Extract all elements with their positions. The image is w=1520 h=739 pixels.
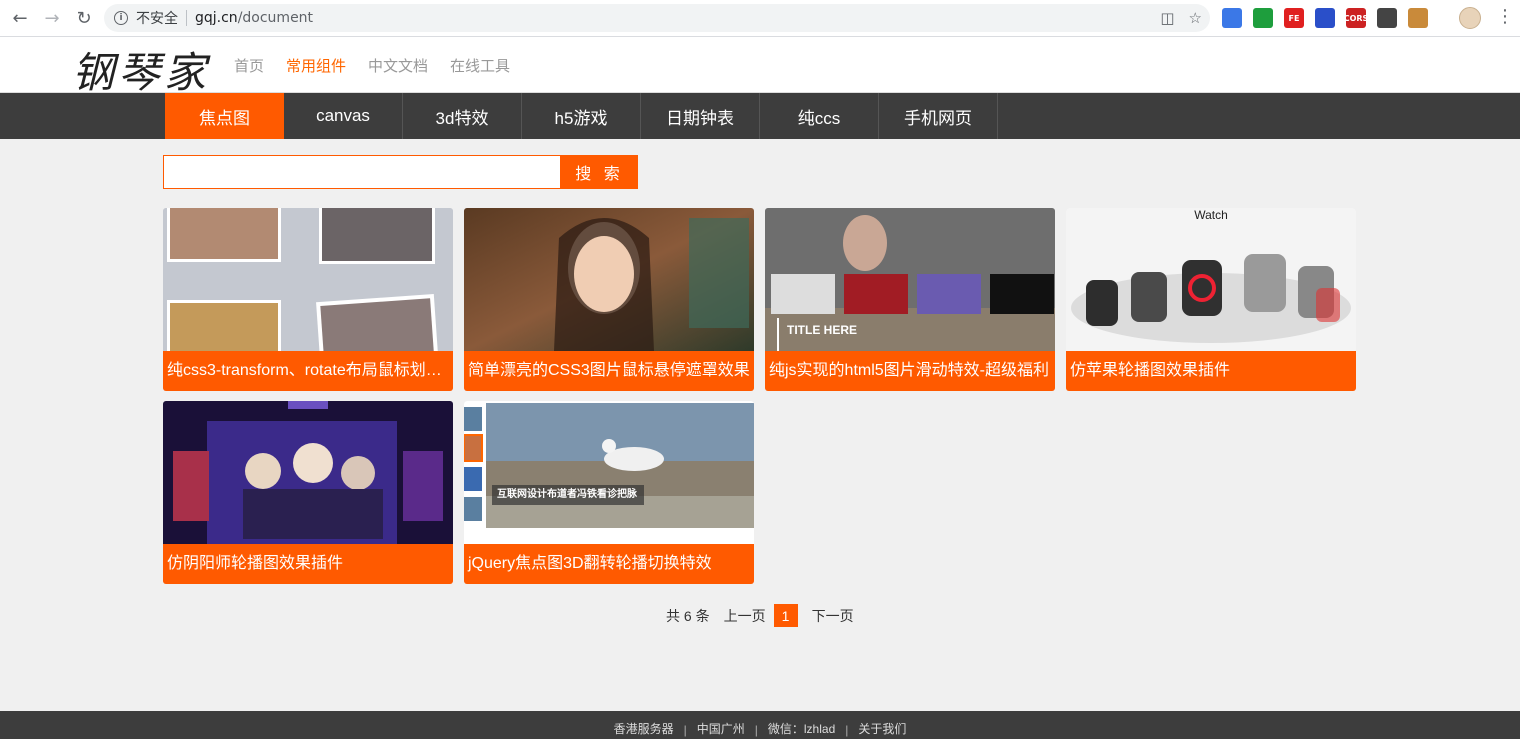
reload-button[interactable]: ↻ bbox=[72, 6, 96, 30]
search-input[interactable] bbox=[163, 155, 561, 189]
site-logo[interactable]: 钢琴家 bbox=[72, 39, 210, 100]
address-bar[interactable]: i 不安全 gqj.cn/document ◫ ☆ bbox=[104, 4, 1210, 32]
translate-icon[interactable]: ◫ bbox=[1160, 9, 1174, 27]
nav-components[interactable]: 常用组件 bbox=[286, 55, 346, 76]
card-thumbnail[interactable] bbox=[163, 208, 453, 351]
card-thumbnail[interactable] bbox=[163, 401, 453, 544]
search-button[interactable]: 搜 索 bbox=[561, 155, 638, 189]
category-3d[interactable]: 3d特效 bbox=[403, 93, 522, 139]
url-path: /document bbox=[237, 10, 314, 26]
card-title[interactable]: 纯css3-transform、rotate布局鼠标划过图片旋转效果 bbox=[163, 351, 453, 391]
fe-ext-icon[interactable]: FE bbox=[1284, 8, 1304, 28]
back-button[interactable]: ← bbox=[8, 6, 32, 30]
nav-tools[interactable]: 在线工具 bbox=[450, 55, 510, 76]
category-canvas[interactable]: canvas bbox=[284, 93, 403, 139]
category-clock[interactable]: 日期钟表 bbox=[641, 93, 760, 139]
thumb-overlay-text: Watch bbox=[1194, 208, 1228, 222]
omnibox-divider bbox=[186, 10, 187, 26]
card-item[interactable]: 简单漂亮的CSS3图片鼠标悬停遮罩效果 bbox=[464, 208, 754, 391]
card-item[interactable]: Watch 仿苹果轮播图效果插件 bbox=[1066, 208, 1356, 391]
cors-ext-icon[interactable]: CORS bbox=[1344, 8, 1368, 28]
info-icon[interactable]: i bbox=[114, 11, 128, 25]
browser-menu-icon[interactable]: ⋮ bbox=[1496, 8, 1514, 26]
browser-toolbar: ← → ↻ i 不安全 gqj.cn/document ◫ ☆ FE CORS ⋮ bbox=[0, 0, 1520, 37]
blue-ext-icon[interactable] bbox=[1315, 8, 1335, 28]
extensions-area: FE CORS bbox=[1222, 8, 1428, 28]
footer: 香港服务器 | 中国广州 | 微信：lzhlad | 关于我们 bbox=[0, 711, 1520, 739]
cookie-ext-icon[interactable] bbox=[1408, 8, 1428, 28]
footer-link-about[interactable]: 关于我们 bbox=[848, 720, 916, 737]
card-thumbnail[interactable]: 互联网设计布道者冯铁看诊把脉 bbox=[464, 401, 754, 544]
card-item[interactable]: 仿阴阳师轮播图效果插件 bbox=[163, 401, 453, 584]
footer-link-wechat[interactable]: 微信：lzhlad bbox=[758, 720, 845, 737]
thumb-overlay-text: 互联网设计布道者冯铁看诊把脉 bbox=[497, 489, 637, 500]
footer-link-hk-server[interactable]: 香港服务器 bbox=[604, 720, 684, 737]
category-bar: 焦点图 canvas 3d特效 h5游戏 日期钟表 纯ccs 手机网页 bbox=[0, 93, 1520, 139]
pagination: 共 6 条 上一页 1 下一页 bbox=[666, 604, 854, 627]
current-page[interactable]: 1 bbox=[773, 604, 798, 627]
bookmark-star-icon[interactable]: ☆ bbox=[1189, 9, 1202, 27]
footer-link-location[interactable]: 中国广州 bbox=[687, 720, 755, 737]
category-focus[interactable]: 焦点图 bbox=[165, 93, 284, 139]
card-title[interactable]: 纯js实现的html5图片滑动特效-超级福利 bbox=[765, 351, 1055, 391]
square-ext-icon[interactable] bbox=[1253, 8, 1273, 28]
card-item[interactable]: TITLE HERE 纯js实现的html5图片滑动特效-超级福利 bbox=[765, 208, 1055, 391]
card-title[interactable]: 仿苹果轮播图效果插件 bbox=[1066, 351, 1356, 391]
eyedropper-ext-icon[interactable] bbox=[1377, 8, 1397, 28]
next-page-link[interactable]: 下一页 bbox=[812, 606, 854, 626]
category-mobile[interactable]: 手机网页 bbox=[879, 93, 998, 139]
forward-button[interactable]: → bbox=[40, 6, 64, 30]
nav-home[interactable]: 首页 bbox=[234, 55, 264, 76]
top-nav: 首页 常用组件 中文文档 在线工具 bbox=[234, 55, 510, 76]
prev-page-link[interactable]: 上一页 bbox=[724, 606, 766, 626]
card-thumbnail[interactable]: Watch bbox=[1066, 208, 1356, 351]
shield-ext-icon[interactable] bbox=[1222, 8, 1242, 28]
profile-avatar[interactable] bbox=[1459, 7, 1481, 29]
thumb-overlay-text: TITLE HERE bbox=[787, 323, 858, 337]
card-item[interactable]: 互联网设计布道者冯铁看诊把脉 jQuery焦点图3D翻转轮播切换特效 bbox=[464, 401, 754, 584]
url-host: gqj.cn bbox=[195, 10, 238, 26]
card-thumbnail[interactable] bbox=[464, 208, 754, 351]
site-header: 钢琴家 首页 常用组件 中文文档 在线工具 bbox=[0, 37, 1520, 97]
nav-docs[interactable]: 中文文档 bbox=[368, 55, 428, 76]
category-h5-games[interactable]: h5游戏 bbox=[522, 93, 641, 139]
search-box: 搜 索 bbox=[163, 155, 638, 189]
insecure-label: 不安全 bbox=[136, 11, 178, 27]
card-title[interactable]: 简单漂亮的CSS3图片鼠标悬停遮罩效果 bbox=[464, 351, 754, 391]
card-item[interactable]: 纯css3-transform、rotate布局鼠标划过图片旋转效果 bbox=[163, 208, 453, 391]
card-thumbnail[interactable]: TITLE HERE bbox=[765, 208, 1055, 351]
card-title[interactable]: jQuery焦点图3D翻转轮播切换特效 bbox=[464, 544, 754, 584]
total-count: 共 6 条 bbox=[666, 607, 710, 624]
category-css[interactable]: 纯ccs bbox=[760, 93, 879, 139]
card-title[interactable]: 仿阴阳师轮播图效果插件 bbox=[163, 544, 453, 584]
